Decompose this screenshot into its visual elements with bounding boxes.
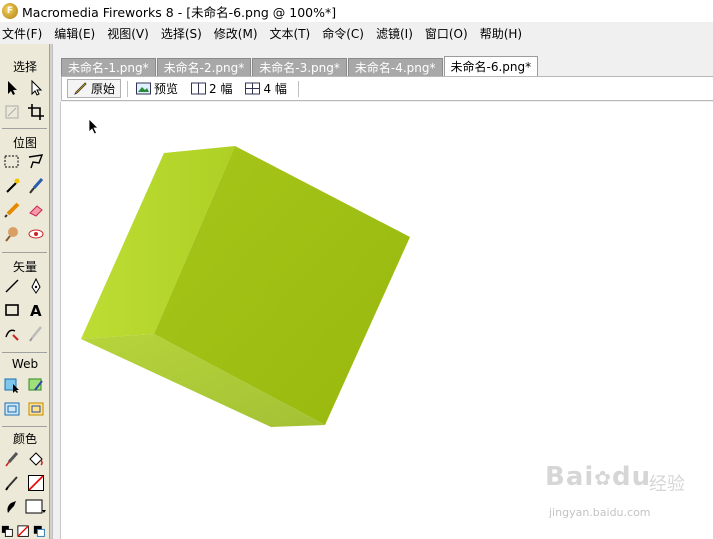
swap-colors-icon[interactable] [32,522,48,539]
text-icon[interactable]: A [26,300,46,320]
tab-doc-6[interactable]: 未命名-6.png* [443,56,539,76]
menu-edit[interactable]: 编辑(E) [48,25,101,42]
tools-divider [2,128,47,129]
two-up-view-button[interactable]: 2 幅 [186,79,237,98]
preview-view-label: 预览 [154,82,179,96]
tools-divider [2,252,47,253]
view-divider [127,80,129,97]
original-view-label: 原始 [91,82,116,96]
two-up-icon [191,82,207,95]
menu-file[interactable]: 文件(F) [0,25,48,42]
pencil-icon[interactable] [2,200,22,220]
lasso-icon[interactable] [26,152,46,172]
pointer-icon[interactable] [2,78,22,98]
scale-icon[interactable] [2,102,22,122]
menu-select[interactable]: 选择(S) [155,25,208,42]
baidu-logo-suffix: du [612,462,652,492]
marquee-icon[interactable] [2,152,22,172]
line-icon[interactable] [2,276,22,296]
stroke-swatch-icon[interactable] [2,497,22,517]
hide-slices-icon[interactable] [2,399,22,419]
blur-icon[interactable] [2,224,22,244]
menu-commands[interactable]: 命令(C) [316,25,370,42]
default-colors-icon[interactable] [0,522,16,539]
image-preview-icon [136,82,152,95]
tools-section-web: Web [11,357,39,371]
no-color-icon[interactable] [16,522,32,539]
eyedropper-color-icon[interactable] [2,449,22,469]
baidu-watermark: Bai✿du 经验 jingyan.baidu.com [545,462,685,522]
subselect-icon[interactable] [26,78,46,98]
stroke-color-icon[interactable] [2,473,22,493]
document-tabs: 未命名-1.png* 未命名-2.png* 未命名-3.png* 未命名-4.p… [61,56,539,76]
knife-icon[interactable] [26,324,46,344]
four-up-view-button[interactable]: 4 幅 [240,79,291,98]
tab-doc-2[interactable]: 未命名-2.png* [156,58,252,76]
menu-modify[interactable]: 修改(M) [208,25,264,42]
pen-icon[interactable] [26,276,46,296]
original-view-button[interactable]: 原始 [67,79,122,98]
freeform-icon[interactable] [2,324,22,344]
menu-window[interactable]: 窗口(O) [419,25,474,42]
title-bar: F Macromedia Fireworks 8 - [未命名-6.png @ … [0,0,713,22]
two-up-view-label: 2 幅 [209,82,233,96]
tools-divider [2,352,47,353]
tab-doc-4[interactable]: 未命名-4.png* [347,58,443,76]
tools-divider [2,426,47,427]
paw-icon: ✿ [594,466,613,490]
tab-doc-1[interactable]: 未命名-1.png* [61,58,156,76]
tab-doc-3[interactable]: 未命名-3.png* [252,58,347,76]
menu-view[interactable]: 视图(V) [101,25,155,42]
view-mode-bar: 原始 预览 2 幅 4 幅 [61,76,713,101]
svg-text:A: A [30,302,42,319]
fill-swatch-icon[interactable] [24,497,48,517]
rectangle-icon[interactable] [2,300,22,320]
paint-bucket-icon[interactable] [26,449,46,469]
crop-icon[interactable] [26,102,46,122]
pencil-icon [74,82,87,95]
hotspot-icon[interactable] [2,375,22,395]
baidu-logo-text: Bai [545,462,595,492]
tools-section-colors: 颜色 [12,432,37,446]
four-up-view-label: 4 幅 [263,82,287,96]
tools-section-select: 选择 [12,60,37,74]
show-slices-icon[interactable] [26,399,46,419]
tools-section-bitmap: 位图 [12,136,37,150]
eraser-icon[interactable] [26,200,46,220]
preview-view-button[interactable]: 预览 [131,79,183,98]
tools-section-vector: 矢量 [12,260,37,274]
mouse-cursor-icon [88,118,99,135]
baidu-logo: Bai✿du [545,462,651,492]
menu-help[interactable]: 帮助(H) [474,25,528,42]
jingyan-label: 经验 [649,474,685,495]
fireworks-logo-icon: F [2,3,18,19]
eye-dropper-icon[interactable] [26,224,46,244]
tools-panel: 选择 位图 矢量 A Web 颜色 [0,44,50,539]
four-up-icon [245,82,261,95]
brush-icon[interactable] [26,176,46,196]
menu-filters[interactable]: 滤镜(I) [370,25,419,42]
menu-bar: 文件(F) 编辑(E) 视图(V) 选择(S) 修改(M) 文本(T) 命令(C… [0,22,713,44]
window-title: Macromedia Fireworks 8 - [未命名-6.png @ 10… [22,4,337,20]
magic-wand-icon[interactable] [2,176,22,196]
view-divider [297,80,299,97]
menu-text[interactable]: 文本(T) [264,25,317,42]
watermark-url: jingyan.baidu.com [549,506,651,519]
fill-color-icon[interactable] [26,473,46,493]
slice-icon[interactable] [26,375,46,395]
